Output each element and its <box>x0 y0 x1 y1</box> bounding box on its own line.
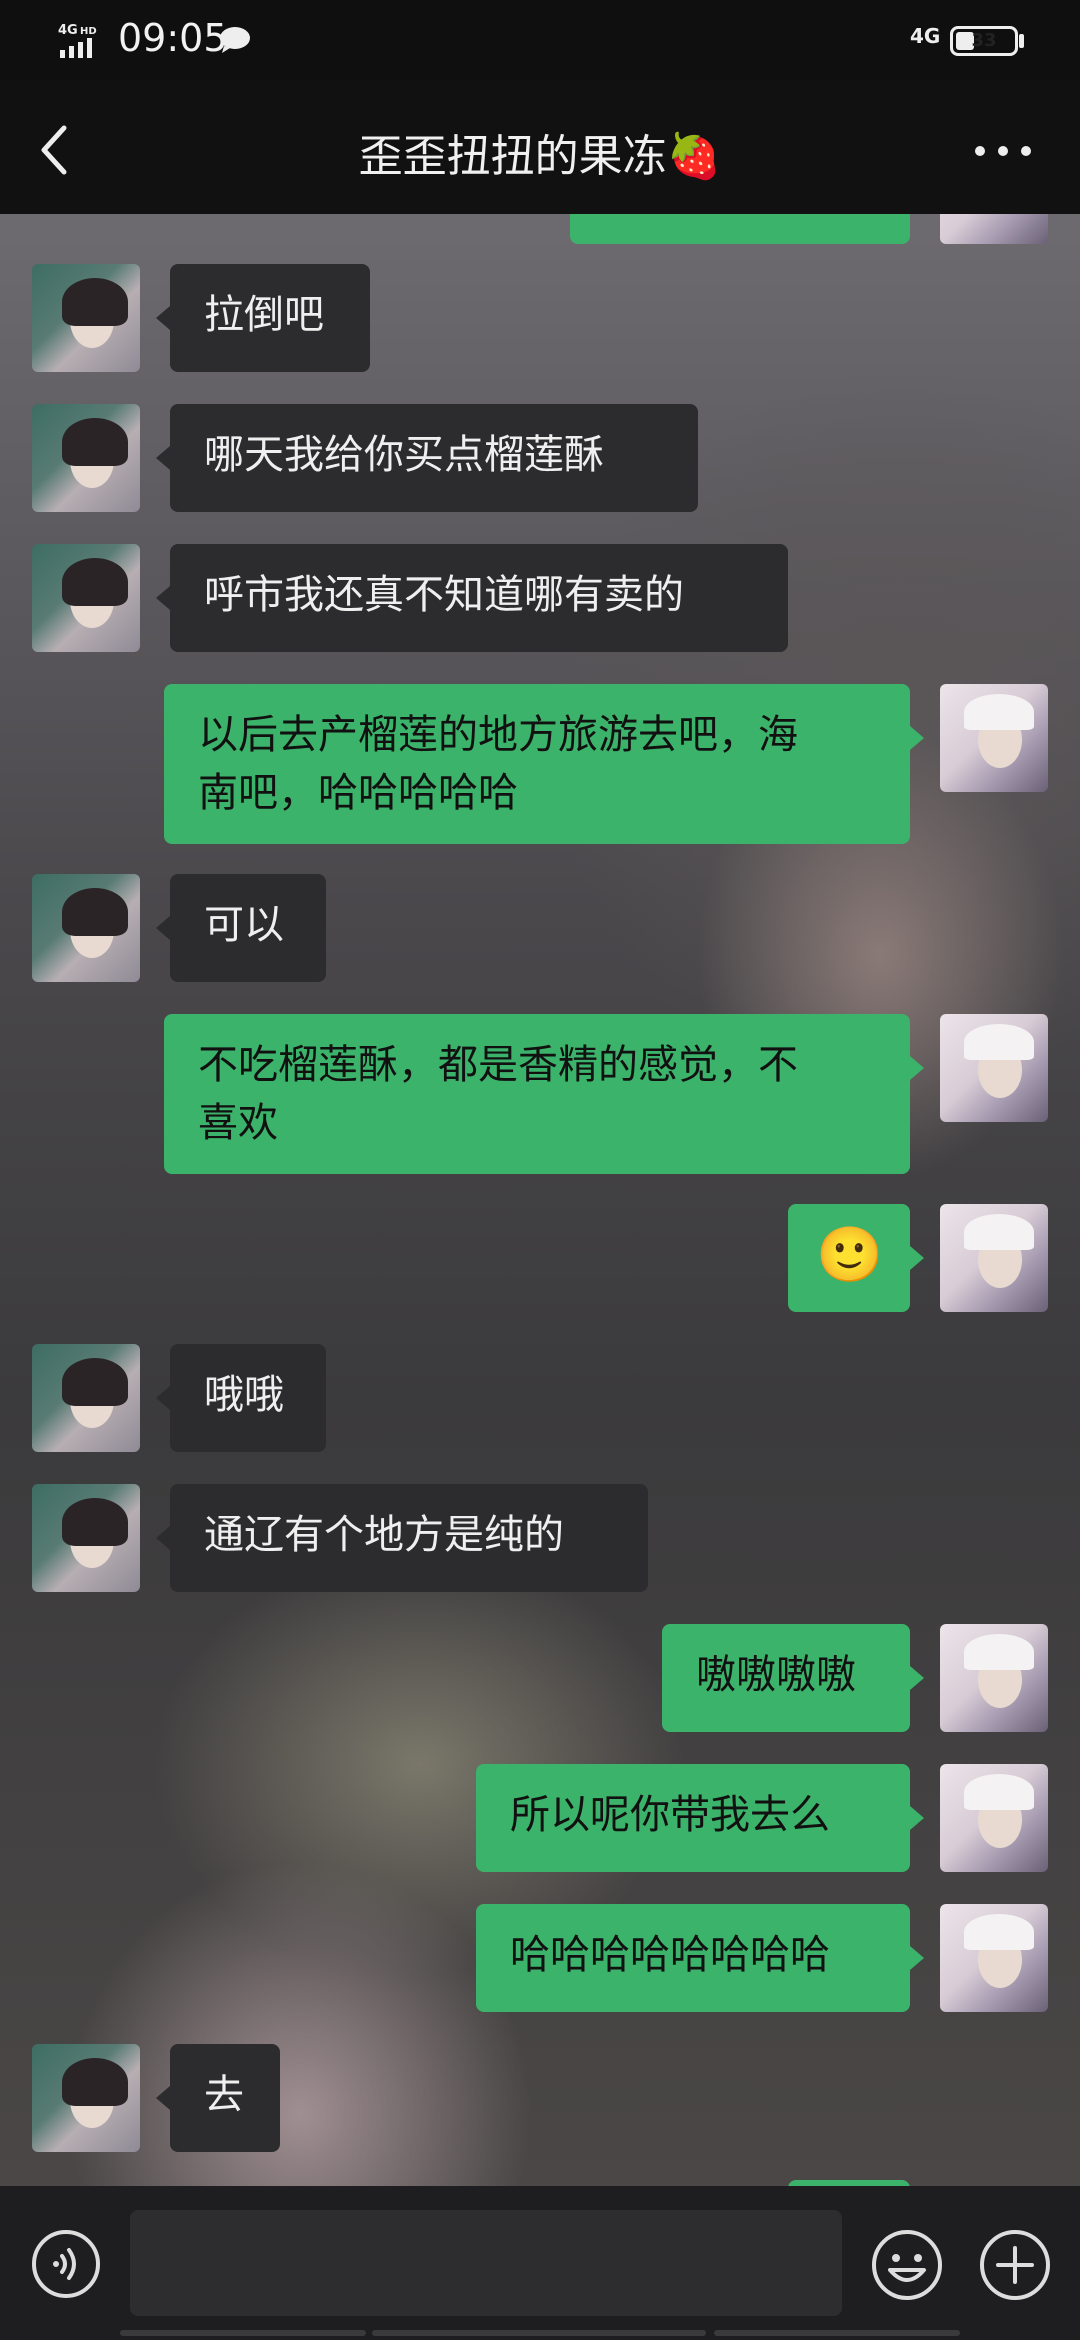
svg-text:HD: HD <box>80 26 97 37</box>
avatar-contact[interactable] <box>32 874 140 982</box>
plus-icon[interactable] <box>978 2228 1052 2302</box>
incoming-message[interactable]: 通辽有个地方是纯的 <box>170 1484 648 1592</box>
avatar-detail <box>62 1498 128 1546</box>
voice-icon[interactable] <box>30 2228 102 2300</box>
incoming-message[interactable]: 可以 <box>170 874 326 982</box>
outgoing-message[interactable]: 不吃榴莲酥，都是香精的感觉，不 喜欢 <box>164 1014 910 1174</box>
signal-icon: 4G HD <box>58 23 97 58</box>
network-indicator: 4G <box>910 24 941 48</box>
avatar-detail <box>964 1774 1034 1810</box>
avatar-me[interactable] <box>940 1624 1048 1732</box>
bubble-tail <box>910 1056 924 1080</box>
message-input[interactable] <box>130 2210 842 2316</box>
avatar-me[interactable] <box>940 1764 1048 1872</box>
avatar-detail <box>62 278 128 326</box>
bubble-tail <box>156 446 170 470</box>
avatar-contact[interactable] <box>32 404 140 512</box>
nav-bar-segment <box>714 2330 960 2336</box>
bubble-tail <box>156 1386 170 1410</box>
incoming-message[interactable]: 拉倒吧 <box>170 264 370 372</box>
svg-text:4G: 4G <box>58 23 78 38</box>
avatar-detail <box>62 888 128 936</box>
incoming-message[interactable]: 哪天我给你买点榴莲酥 <box>170 404 698 512</box>
incoming-message[interactable]: 呼市我还真不知道哪有卖的 <box>170 544 788 652</box>
bubble-tail <box>156 916 170 940</box>
bubble-tail <box>910 1666 924 1690</box>
outgoing-message[interactable]: 🙂 <box>788 1204 910 1312</box>
nav-bar-segment <box>372 2330 706 2336</box>
battery-icon: 33 <box>950 26 1018 56</box>
more-dots-icon[interactable] <box>968 136 1038 166</box>
avatar-me[interactable] <box>940 1014 1048 1122</box>
battery-level: 33 <box>971 30 997 51</box>
chat-area[interactable]: 拉倒吧哪天我给你买点榴莲酥 呼市我还真不知道哪有卖的以后去产榴莲的地方旅游去吧，海… <box>0 214 1080 2186</box>
bubble-tail <box>910 726 924 750</box>
avatar-detail <box>62 2058 128 2106</box>
incoming-message[interactable]: 去 <box>170 2044 280 2152</box>
chat-header: 歪歪扭扭的果冻🍓 <box>0 80 1080 214</box>
battery-tip <box>1019 34 1024 48</box>
avatar-contact[interactable] <box>32 2044 140 2152</box>
avatar-detail <box>964 1914 1034 1950</box>
bubble-tail <box>156 306 170 330</box>
outgoing-message[interactable]: 所以呢你带我去么 <box>476 1764 910 1872</box>
outgoing-message[interactable]: 以后去产榴莲的地方旅游去吧，海 南吧，哈哈哈哈哈 <box>164 684 910 844</box>
bubble-tail <box>156 586 170 610</box>
input-bar <box>0 2186 1080 2340</box>
avatar-me[interactable] <box>940 1204 1048 1312</box>
bubble-tail <box>910 1946 924 1970</box>
avatar-detail <box>62 418 128 466</box>
avatar-contact[interactable] <box>32 544 140 652</box>
avatar-detail <box>964 1634 1034 1670</box>
emoji-icon[interactable] <box>870 2228 944 2302</box>
outgoing-message[interactable]: 嗷嗷嗷嗷 <box>662 1624 910 1732</box>
nav-bar-segment <box>120 2330 366 2336</box>
outgoing-message[interactable]: 哈哈哈哈哈哈哈哈 <box>476 1904 910 2012</box>
bubble-tail <box>156 1526 170 1550</box>
avatar-detail <box>964 1024 1034 1060</box>
bubble-tail <box>910 1246 924 1270</box>
avatar-contact[interactable] <box>32 264 140 372</box>
bubble-tail <box>156 2086 170 2110</box>
avatar-me <box>940 214 1048 244</box>
avatar-detail <box>964 1214 1034 1250</box>
clock: 09:05 <box>118 16 228 60</box>
avatar-contact[interactable] <box>32 1484 140 1592</box>
avatar-detail <box>62 1358 128 1406</box>
avatar-me[interactable] <box>940 1904 1048 2012</box>
avatar-detail <box>964 694 1034 730</box>
avatar-detail <box>62 558 128 606</box>
status-bar: 4G HD 09:05 4G 33 <box>0 0 1080 80</box>
partial-bubble <box>570 214 910 244</box>
avatar-contact[interactable] <box>32 1344 140 1452</box>
incoming-message[interactable]: 哦哦 <box>170 1344 326 1452</box>
bubble-tail <box>910 1806 924 1830</box>
avatar-me[interactable] <box>940 684 1048 792</box>
chat-bubble-icon <box>220 27 250 53</box>
chat-title: 歪歪扭扭的果冻🍓 <box>358 131 722 182</box>
